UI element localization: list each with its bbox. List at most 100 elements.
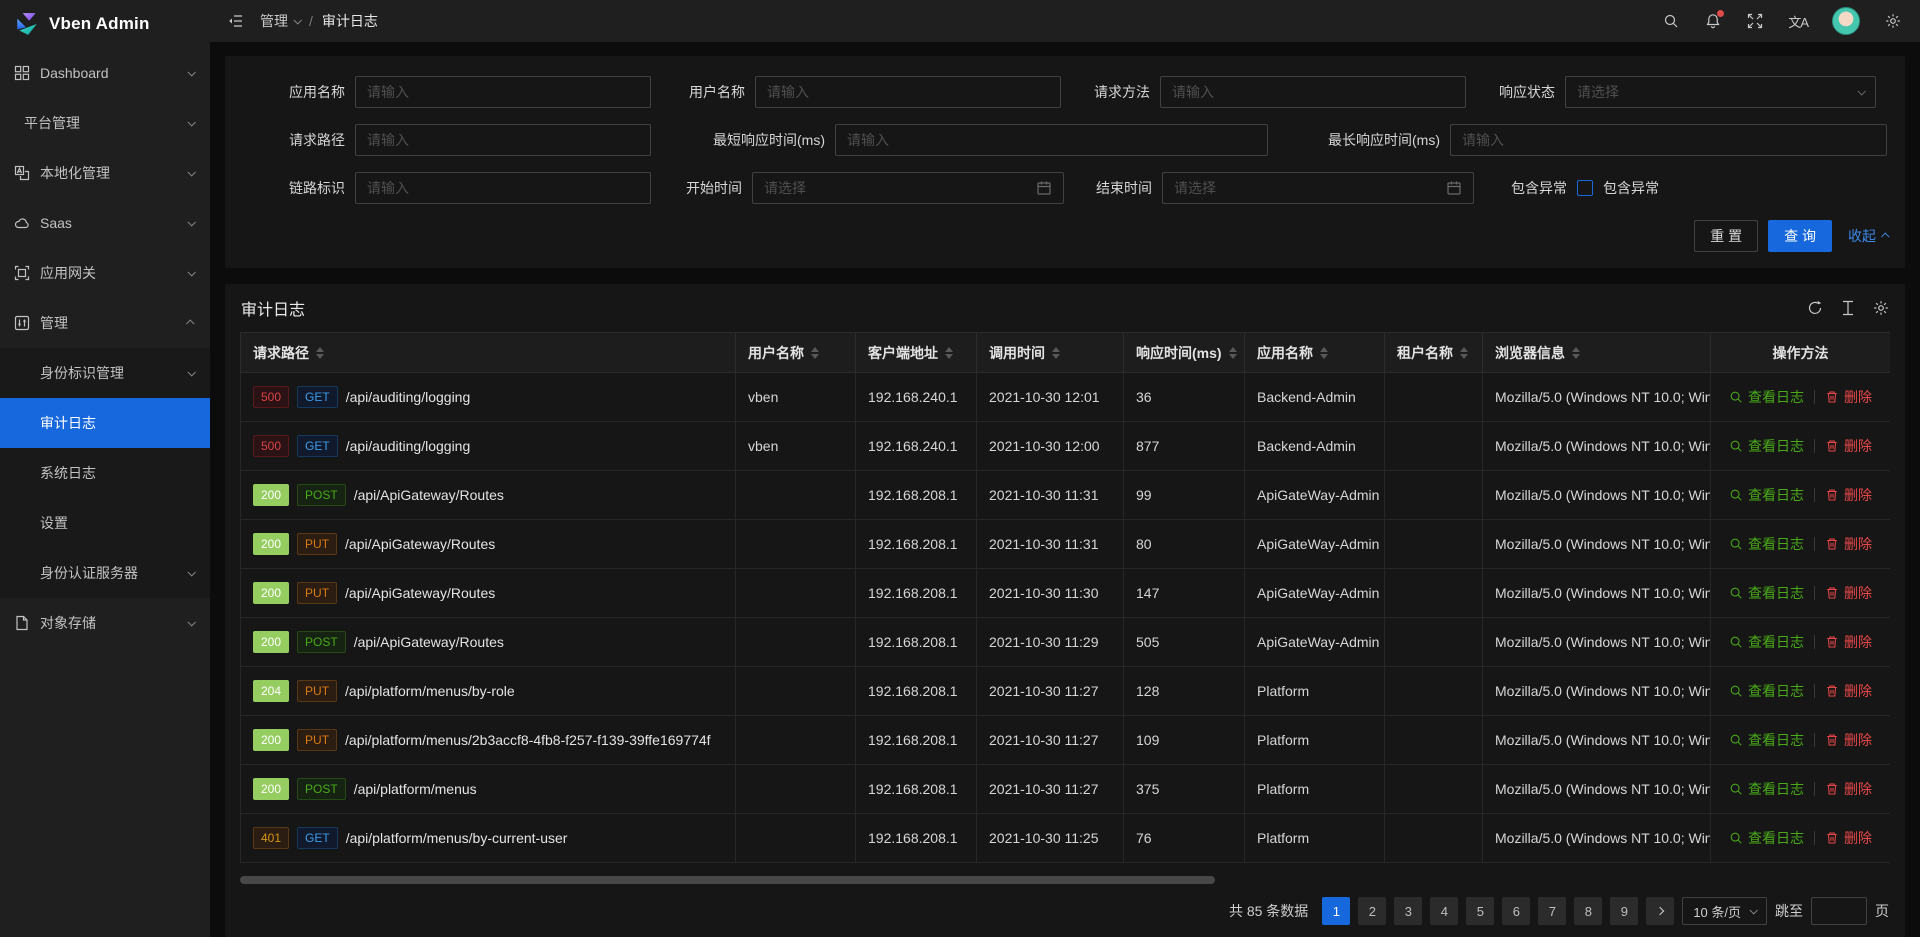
delete-button[interactable]: 删除 — [1825, 387, 1872, 407]
reset-button[interactable]: 重 置 — [1694, 220, 1758, 252]
sidebar-item-对象存储[interactable]: 对象存储 — [0, 598, 210, 648]
jump-page-input[interactable] — [1811, 897, 1867, 925]
delete-button[interactable]: 删除 — [1825, 436, 1872, 456]
delete-button[interactable]: 删除 — [1825, 730, 1872, 750]
column-header-path[interactable]: 请求路径 — [241, 333, 736, 373]
sidebar-item-身份标识管理[interactable]: 身份标识管理 — [0, 348, 210, 398]
view-log-button[interactable]: 查看日志 — [1729, 485, 1804, 505]
fullscreen-icon[interactable] — [1746, 12, 1764, 30]
delete-button[interactable]: 删除 — [1825, 583, 1872, 603]
view-log-button[interactable]: 查看日志 — [1729, 681, 1804, 701]
reload-icon[interactable] — [1806, 300, 1823, 317]
menu-fold-icon[interactable] — [226, 12, 244, 30]
view-log-button[interactable]: 查看日志 — [1729, 534, 1804, 554]
page-button-3[interactable]: 3 — [1394, 897, 1422, 925]
logo[interactable]: Vben Admin — [0, 0, 210, 48]
sidebar-item-身份认证服务器[interactable]: 身份认证服务器 — [0, 548, 210, 598]
jump-unit: 页 — [1875, 901, 1889, 921]
notification-bell-icon[interactable] — [1704, 12, 1722, 30]
user-name-input[interactable] — [755, 76, 1061, 108]
cell-app-name: Backend-Admin — [1245, 422, 1385, 471]
view-log-button[interactable]: 查看日志 — [1729, 436, 1804, 456]
chevron-down-icon — [187, 568, 195, 576]
view-log-button[interactable]: 查看日志 — [1729, 828, 1804, 848]
horizontal-scrollbar-thumb[interactable] — [240, 876, 1215, 884]
page-button-4[interactable]: 4 — [1430, 897, 1458, 925]
delete-button[interactable]: 删除 — [1825, 828, 1872, 848]
request-method-input[interactable] — [1160, 76, 1466, 108]
column-header-user[interactable]: 用户名称 — [736, 333, 856, 373]
cell-tenant — [1385, 716, 1483, 765]
sidebar-item-label: 本地化管理 — [40, 163, 110, 183]
column-header-browser[interactable]: 浏览器信息 — [1483, 333, 1711, 373]
end-time-picker[interactable]: 请选择 — [1162, 172, 1474, 204]
breadcrumb-item-manage[interactable]: 管理 — [260, 11, 300, 31]
vben-logo-icon — [14, 11, 40, 37]
chevron-down-icon — [293, 16, 301, 24]
cell-browser: Mozilla/5.0 (Windows NT 10.0; Win — [1483, 618, 1711, 667]
collapse-link[interactable]: 收起 — [1848, 226, 1889, 246]
cell-request-path: 500GET/api/auditing/logging — [241, 422, 736, 471]
request-path-input[interactable] — [355, 124, 651, 156]
sidebar-item-Saas[interactable]: Saas — [0, 198, 210, 248]
sidebar-item-设置[interactable]: 设置 — [0, 498, 210, 548]
page-button-7[interactable]: 7 — [1538, 897, 1566, 925]
delete-button[interactable]: 删除 — [1825, 534, 1872, 554]
include-exception-checkbox[interactable] — [1577, 180, 1593, 196]
column-settings-gear-icon[interactable] — [1872, 300, 1889, 317]
table-row: 500GET/api/auditing/logging vben 192.168… — [241, 422, 1891, 471]
column-header-app[interactable]: 应用名称 — [1245, 333, 1385, 373]
column-header-tenant[interactable]: 租户名称 — [1385, 333, 1483, 373]
search-icon[interactable] — [1662, 12, 1680, 30]
column-header-duration[interactable]: 响应时间(ms) — [1124, 333, 1245, 373]
row-height-icon[interactable] — [1839, 300, 1856, 317]
settings-gear-icon[interactable] — [1884, 12, 1902, 30]
page-button-8[interactable]: 8 — [1574, 897, 1602, 925]
app-name-input[interactable] — [355, 76, 651, 108]
page-button-5[interactable]: 5 — [1466, 897, 1494, 925]
view-log-button[interactable]: 查看日志 — [1729, 632, 1804, 652]
view-log-button[interactable]: 查看日志 — [1729, 387, 1804, 407]
min-response-time-input[interactable] — [835, 124, 1268, 156]
start-time-picker[interactable]: 请选择 — [752, 172, 1064, 204]
max-response-time-input[interactable] — [1450, 124, 1887, 156]
search-button[interactable]: 查 询 — [1768, 220, 1832, 252]
column-header-ip[interactable]: 客户端地址 — [856, 333, 977, 373]
page-button-6[interactable]: 6 — [1502, 897, 1530, 925]
view-log-button[interactable]: 查看日志 — [1729, 730, 1804, 750]
avatar[interactable] — [1832, 7, 1860, 35]
table-row: 204PUT/api/platform/menus/by-role 192.16… — [241, 667, 1891, 716]
cell-app-name: Backend-Admin — [1245, 373, 1385, 422]
user-name-label: 用户名称 — [651, 82, 755, 102]
sidebar-item-管理[interactable]: 管理 — [0, 298, 210, 348]
sort-icon — [1572, 347, 1580, 359]
sidebar-item-Dashboard[interactable]: Dashboard — [0, 48, 210, 98]
sidebar-item-审计日志[interactable]: 审计日志 — [0, 398, 210, 448]
translate-icon[interactable]: 文A — [1788, 12, 1808, 31]
column-label: 客户端地址 — [868, 343, 938, 363]
notification-badge-dot — [1717, 10, 1724, 17]
response-status-select[interactable]: 请选择 — [1565, 76, 1876, 108]
action-divider — [1814, 537, 1815, 551]
next-page-button[interactable] — [1646, 897, 1674, 925]
delete-button[interactable]: 删除 — [1825, 632, 1872, 652]
delete-button[interactable]: 删除 — [1825, 779, 1872, 799]
sidebar-item-应用网关[interactable]: 应用网关 — [0, 248, 210, 298]
trace-id-input[interactable] — [355, 172, 651, 204]
delete-button[interactable]: 删除 — [1825, 681, 1872, 701]
sidebar-item-本地化管理[interactable]: 本地化管理 — [0, 148, 210, 198]
request-path-text: /api/auditing/logging — [346, 438, 471, 454]
column-label: 请求路径 — [253, 343, 309, 363]
page-button-9[interactable]: 9 — [1610, 897, 1638, 925]
picker-placeholder: 请选择 — [764, 178, 806, 198]
page-button-1[interactable]: 1 — [1322, 897, 1350, 925]
page-button-2[interactable]: 2 — [1358, 897, 1386, 925]
page-size-select[interactable]: 10 条/页 — [1682, 897, 1767, 925]
sidebar-item-系统日志[interactable]: 系统日志 — [0, 448, 210, 498]
view-log-button[interactable]: 查看日志 — [1729, 583, 1804, 603]
column-header-time[interactable]: 调用时间 — [977, 333, 1124, 373]
view-log-button[interactable]: 查看日志 — [1729, 779, 1804, 799]
sort-icon — [316, 347, 324, 359]
sidebar-item-平台管理[interactable]: 平台管理 — [0, 98, 210, 148]
delete-button[interactable]: 删除 — [1825, 485, 1872, 505]
